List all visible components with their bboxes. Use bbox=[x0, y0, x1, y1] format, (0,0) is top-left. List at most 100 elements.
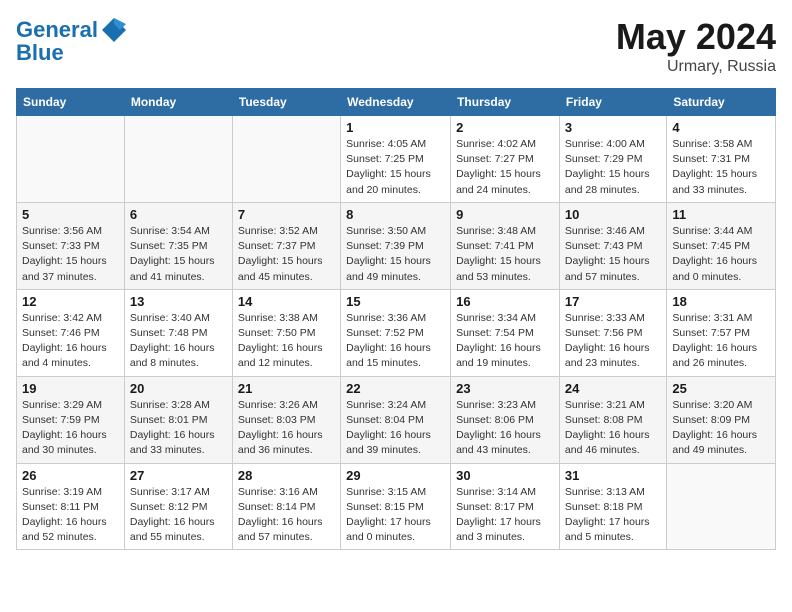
weekday-header-cell: Thursday bbox=[451, 89, 560, 116]
calendar-cell: 31 Sunrise: 3:13 AM Sunset: 8:18 PM Dayli… bbox=[559, 463, 666, 550]
calendar-cell: 23 Sunrise: 3:23 AM Sunset: 8:06 PM Dayli… bbox=[451, 376, 560, 463]
day-info: Sunrise: 3:50 AM Sunset: 7:39 PM Dayligh… bbox=[346, 224, 445, 285]
day-info: Sunrise: 4:02 AM Sunset: 7:27 PM Dayligh… bbox=[456, 137, 554, 198]
day-number: 25 bbox=[672, 381, 770, 396]
day-info: Sunrise: 3:28 AM Sunset: 8:01 PM Dayligh… bbox=[130, 398, 227, 459]
day-number: 28 bbox=[238, 468, 335, 483]
day-number: 11 bbox=[672, 207, 770, 222]
day-number: 13 bbox=[130, 294, 227, 309]
day-number: 1 bbox=[346, 120, 445, 135]
weekday-header-cell: Monday bbox=[124, 89, 232, 116]
day-info: Sunrise: 3:38 AM Sunset: 7:50 PM Dayligh… bbox=[238, 311, 335, 372]
title-block: May 2024 Urmary, Russia bbox=[616, 16, 776, 76]
day-number: 24 bbox=[565, 381, 661, 396]
calendar-cell: 15 Sunrise: 3:36 AM Sunset: 7:52 PM Dayli… bbox=[341, 289, 451, 376]
calendar-cell bbox=[232, 116, 340, 203]
weekday-header-cell: Sunday bbox=[17, 89, 125, 116]
day-info: Sunrise: 3:33 AM Sunset: 7:56 PM Dayligh… bbox=[565, 311, 661, 372]
day-info: Sunrise: 3:31 AM Sunset: 7:57 PM Dayligh… bbox=[672, 311, 770, 372]
calendar-cell: 28 Sunrise: 3:16 AM Sunset: 8:14 PM Dayli… bbox=[232, 463, 340, 550]
weekday-header-cell: Tuesday bbox=[232, 89, 340, 116]
calendar-cell: 30Sunrise: 3:14 AM Sunset: 8:17 PM Dayli… bbox=[451, 463, 560, 550]
calendar-cell: 12Sunrise: 3:42 AM Sunset: 7:46 PM Dayli… bbox=[17, 289, 125, 376]
day-info: Sunrise: 3:20 AM Sunset: 8:09 PM Dayligh… bbox=[672, 398, 770, 459]
calendar-cell: 10 Sunrise: 3:46 AM Sunset: 7:43 PM Dayli… bbox=[559, 202, 666, 289]
day-number: 26 bbox=[22, 468, 119, 483]
calendar-cell bbox=[667, 463, 776, 550]
calendar-cell: 2 Sunrise: 4:02 AM Sunset: 7:27 PM Daylig… bbox=[451, 116, 560, 203]
day-info: Sunrise: 3:52 AM Sunset: 7:37 PM Dayligh… bbox=[238, 224, 335, 285]
calendar-cell: 22 Sunrise: 3:24 AM Sunset: 8:04 PM Dayli… bbox=[341, 376, 451, 463]
calendar-cell: 24 Sunrise: 3:21 AM Sunset: 8:08 PM Dayli… bbox=[559, 376, 666, 463]
day-number: 10 bbox=[565, 207, 661, 222]
calendar-cell bbox=[17, 116, 125, 203]
calendar-cell: 11 Sunrise: 3:44 AM Sunset: 7:45 PM Dayli… bbox=[667, 202, 776, 289]
calendar-cell: 21 Sunrise: 3:26 AM Sunset: 8:03 PM Dayli… bbox=[232, 376, 340, 463]
calendar-cell: 18 Sunrise: 3:31 AM Sunset: 7:57 PM Dayli… bbox=[667, 289, 776, 376]
logo: General Blue bbox=[16, 16, 128, 66]
day-info: Sunrise: 3:58 AM Sunset: 7:31 PM Dayligh… bbox=[672, 137, 770, 198]
day-info: Sunrise: 3:34 AM Sunset: 7:54 PM Dayligh… bbox=[456, 311, 554, 372]
weekday-header-row: SundayMondayTuesdayWednesdayThursdayFrid… bbox=[17, 89, 776, 116]
calendar-cell: 19Sunrise: 3:29 AM Sunset: 7:59 PM Dayli… bbox=[17, 376, 125, 463]
day-number: 17 bbox=[565, 294, 661, 309]
calendar-cell: 8 Sunrise: 3:50 AM Sunset: 7:39 PM Daylig… bbox=[341, 202, 451, 289]
day-number: 6 bbox=[130, 207, 227, 222]
day-info: Sunrise: 3:44 AM Sunset: 7:45 PM Dayligh… bbox=[672, 224, 770, 285]
day-info: Sunrise: 3:23 AM Sunset: 8:06 PM Dayligh… bbox=[456, 398, 554, 459]
day-number: 22 bbox=[346, 381, 445, 396]
calendar-week-row: 12Sunrise: 3:42 AM Sunset: 7:46 PM Dayli… bbox=[17, 289, 776, 376]
page-header: General Blue May 2024 Urmary, Russia bbox=[16, 16, 776, 76]
logo-icon bbox=[100, 16, 128, 44]
day-number: 23 bbox=[456, 381, 554, 396]
day-number: 5 bbox=[22, 207, 119, 222]
day-number: 27 bbox=[130, 468, 227, 483]
calendar-week-row: 5Sunrise: 3:56 AM Sunset: 7:33 PM Daylig… bbox=[17, 202, 776, 289]
calendar-cell: 29Sunrise: 3:15 AM Sunset: 8:15 PM Dayli… bbox=[341, 463, 451, 550]
weekday-header-cell: Wednesday bbox=[341, 89, 451, 116]
day-number: 30 bbox=[456, 468, 554, 483]
weekday-header-cell: Saturday bbox=[667, 89, 776, 116]
day-info: Sunrise: 3:46 AM Sunset: 7:43 PM Dayligh… bbox=[565, 224, 661, 285]
day-number: 2 bbox=[456, 120, 554, 135]
calendar-cell: 25 Sunrise: 3:20 AM Sunset: 8:09 PM Dayli… bbox=[667, 376, 776, 463]
calendar-week-row: 19Sunrise: 3:29 AM Sunset: 7:59 PM Dayli… bbox=[17, 376, 776, 463]
day-info: Sunrise: 3:40 AM Sunset: 7:48 PM Dayligh… bbox=[130, 311, 227, 372]
calendar-week-row: 1Sunrise: 4:05 AM Sunset: 7:25 PM Daylig… bbox=[17, 116, 776, 203]
calendar-cell: 27Sunrise: 3:17 AM Sunset: 8:12 PM Dayli… bbox=[124, 463, 232, 550]
day-number: 8 bbox=[346, 207, 445, 222]
day-info: Sunrise: 3:21 AM Sunset: 8:08 PM Dayligh… bbox=[565, 398, 661, 459]
day-info: Sunrise: 3:24 AM Sunset: 8:04 PM Dayligh… bbox=[346, 398, 445, 459]
calendar-cell: 16Sunrise: 3:34 AM Sunset: 7:54 PM Dayli… bbox=[451, 289, 560, 376]
day-number: 3 bbox=[565, 120, 661, 135]
day-info: Sunrise: 3:19 AM Sunset: 8:11 PM Dayligh… bbox=[22, 485, 119, 546]
calendar-location: Urmary, Russia bbox=[616, 58, 776, 76]
logo-text: General bbox=[16, 19, 98, 41]
calendar-cell: 13 Sunrise: 3:40 AM Sunset: 7:48 PM Dayli… bbox=[124, 289, 232, 376]
calendar-cell: 14 Sunrise: 3:38 AM Sunset: 7:50 PM Dayli… bbox=[232, 289, 340, 376]
weekday-header-cell: Friday bbox=[559, 89, 666, 116]
day-info: Sunrise: 3:54 AM Sunset: 7:35 PM Dayligh… bbox=[130, 224, 227, 285]
day-info: Sunrise: 3:36 AM Sunset: 7:52 PM Dayligh… bbox=[346, 311, 445, 372]
calendar-cell: 17 Sunrise: 3:33 AM Sunset: 7:56 PM Dayli… bbox=[559, 289, 666, 376]
day-info: Sunrise: 3:26 AM Sunset: 8:03 PM Dayligh… bbox=[238, 398, 335, 459]
day-number: 20 bbox=[130, 381, 227, 396]
calendar-body: 1Sunrise: 4:05 AM Sunset: 7:25 PM Daylig… bbox=[17, 116, 776, 550]
calendar-week-row: 26 Sunrise: 3:19 AM Sunset: 8:11 PM Dayli… bbox=[17, 463, 776, 550]
day-number: 29 bbox=[346, 468, 445, 483]
day-info: Sunrise: 4:00 AM Sunset: 7:29 PM Dayligh… bbox=[565, 137, 661, 198]
day-number: 31 bbox=[565, 468, 661, 483]
calendar-cell: 20 Sunrise: 3:28 AM Sunset: 8:01 PM Dayli… bbox=[124, 376, 232, 463]
calendar-cell: 5Sunrise: 3:56 AM Sunset: 7:33 PM Daylig… bbox=[17, 202, 125, 289]
day-number: 14 bbox=[238, 294, 335, 309]
calendar-table: SundayMondayTuesdayWednesdayThursdayFrid… bbox=[16, 88, 776, 550]
day-number: 9 bbox=[456, 207, 554, 222]
day-info: Sunrise: 3:13 AM Sunset: 8:18 PM Dayligh… bbox=[565, 485, 661, 546]
day-info: Sunrise: 3:42 AM Sunset: 7:46 PM Dayligh… bbox=[22, 311, 119, 372]
day-number: 18 bbox=[672, 294, 770, 309]
day-number: 4 bbox=[672, 120, 770, 135]
day-info: Sunrise: 3:16 AM Sunset: 8:14 PM Dayligh… bbox=[238, 485, 335, 546]
day-number: 21 bbox=[238, 381, 335, 396]
day-number: 15 bbox=[346, 294, 445, 309]
day-number: 19 bbox=[22, 381, 119, 396]
